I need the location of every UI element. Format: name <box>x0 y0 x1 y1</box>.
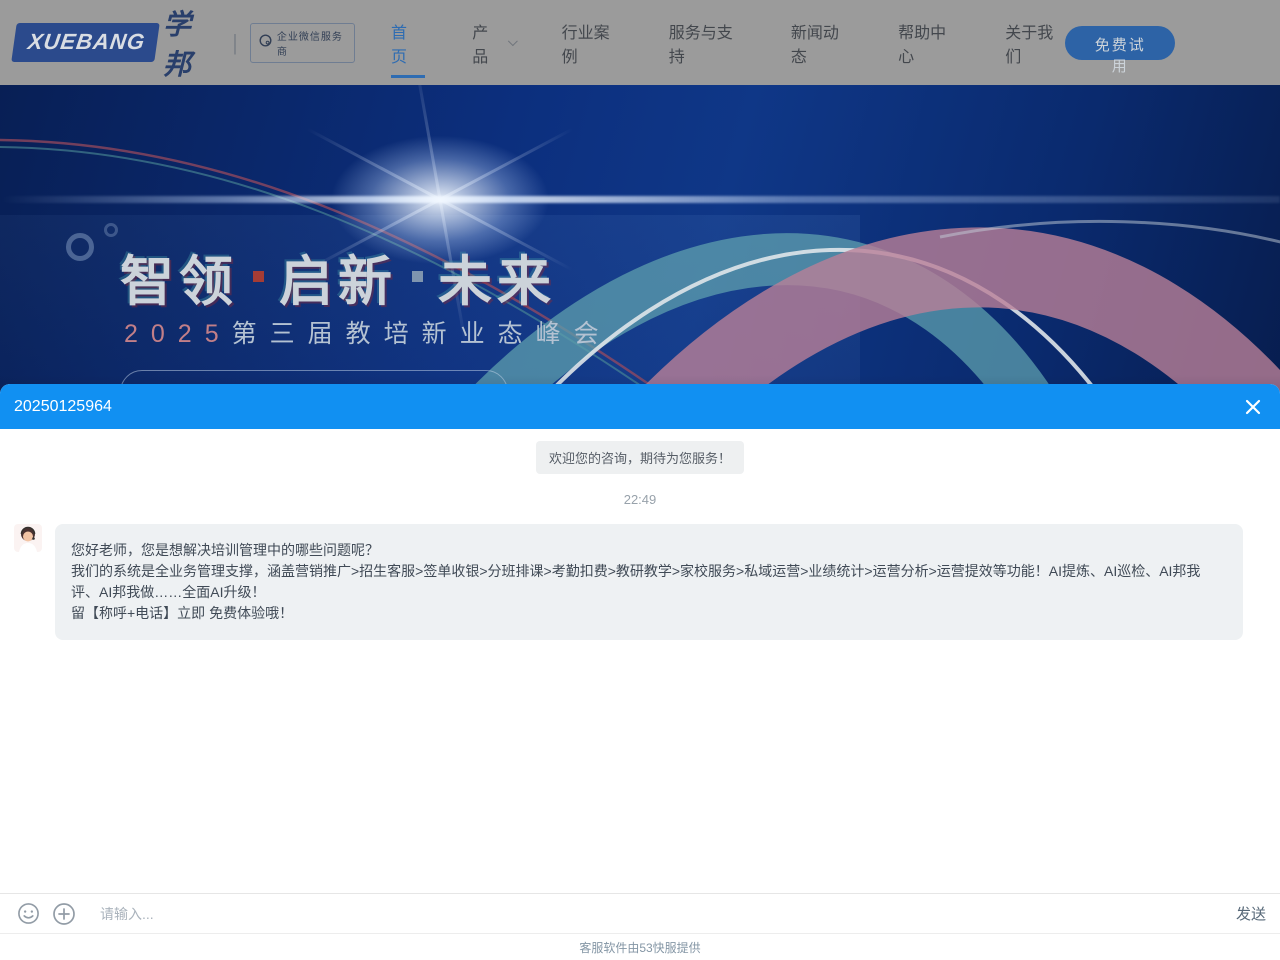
agent-message-row: 您好老师，您是想解决培训管理中的哪些问题呢？ 我们的系统是全业务管理支撑，涵盖营… <box>14 524 1243 640</box>
menu-item-help[interactable]: 帮助中心 <box>898 0 958 85</box>
welcome-notice: 欢迎您的咨询，期待为您服务！ <box>536 441 744 474</box>
wechat-service-badge: 企业微信服务商 <box>250 23 355 63</box>
free-trial-button[interactable]: 免费试用 <box>1065 26 1175 60</box>
plus-icon[interactable] <box>52 902 76 926</box>
menu-item-home[interactable]: 首 页 <box>391 0 425 85</box>
message-input[interactable] <box>100 906 1224 922</box>
headline-word: 智领 <box>120 237 238 316</box>
headline-word: 启新 <box>279 237 397 316</box>
provider-credit-link[interactable]: 客服软件由53快服提供 <box>579 939 700 956</box>
chat-session-id: 20250125964 <box>14 398 112 416</box>
wechat-work-icon <box>259 34 272 52</box>
message-timestamp: 22:49 <box>0 492 1280 507</box>
brand-area: XUEBANG 学邦 | 企业微信服务商 <box>14 3 355 83</box>
close-icon[interactable] <box>1242 396 1264 418</box>
dot-separator-red <box>253 271 264 282</box>
menu-item-cases[interactable]: 行业案例 <box>562 0 622 85</box>
chat-widget: 20250125964 欢迎您的咨询，期待为您服务！ 22:49 <box>0 384 1280 960</box>
chat-message-area: 欢迎您的咨询，期待为您服务！ 22:49 您好老师，您是想解决培训管理中的哪些问… <box>0 429 1280 893</box>
chat-input-bar: 发送 <box>0 893 1280 933</box>
menu-item-news[interactable]: 新闻动态 <box>791 0 851 85</box>
chevron-down-icon <box>508 36 518 46</box>
horizontal-light-streak <box>0 196 1280 203</box>
logo-divider: | <box>232 30 238 56</box>
menu-item-about[interactable]: 关于我们 <box>1005 0 1065 85</box>
chat-header: 20250125964 <box>0 384 1280 429</box>
logo[interactable]: XUEBANG <box>11 23 159 62</box>
agent-avatar <box>14 524 42 552</box>
chat-footer: 客服软件由53快服提供 <box>0 933 1280 960</box>
banner-headline: 智领 启新 未来 <box>120 237 556 316</box>
main-menu: 首 页 产品 行业案例 服务与支持 新闻动态 帮助中心 关于我们 <box>391 0 1065 85</box>
ring-decoration <box>104 223 118 237</box>
dot-separator-blue <box>412 271 423 282</box>
logo-cjk-text: 学邦 <box>163 3 218 83</box>
wechat-service-badge-label: 企业微信服务商 <box>277 28 346 58</box>
send-button[interactable]: 发送 <box>1236 903 1266 924</box>
top-nav: XUEBANG 学邦 | 企业微信服务商 首 页 产品 行业案例 服务与支持 新… <box>0 0 1280 85</box>
banner-subtitle: 2025第三届教培新业态峰会 <box>124 314 612 350</box>
page: XUEBANG 学邦 | 企业微信服务商 首 页 产品 行业案例 服务与支持 新… <box>0 0 1280 960</box>
ring-decoration <box>66 233 94 261</box>
logo-latin-text: XUEBANG <box>26 29 147 55</box>
menu-item-products[interactable]: 产品 <box>472 0 514 85</box>
emoji-icon[interactable] <box>16 902 40 926</box>
headline-word: 未来 <box>438 237 556 316</box>
menu-item-support[interactable]: 服务与支持 <box>669 0 744 85</box>
agent-message-bubble: 您好老师，您是想解决培训管理中的哪些问题呢？ 我们的系统是全业务管理支撑，涵盖营… <box>55 524 1243 640</box>
